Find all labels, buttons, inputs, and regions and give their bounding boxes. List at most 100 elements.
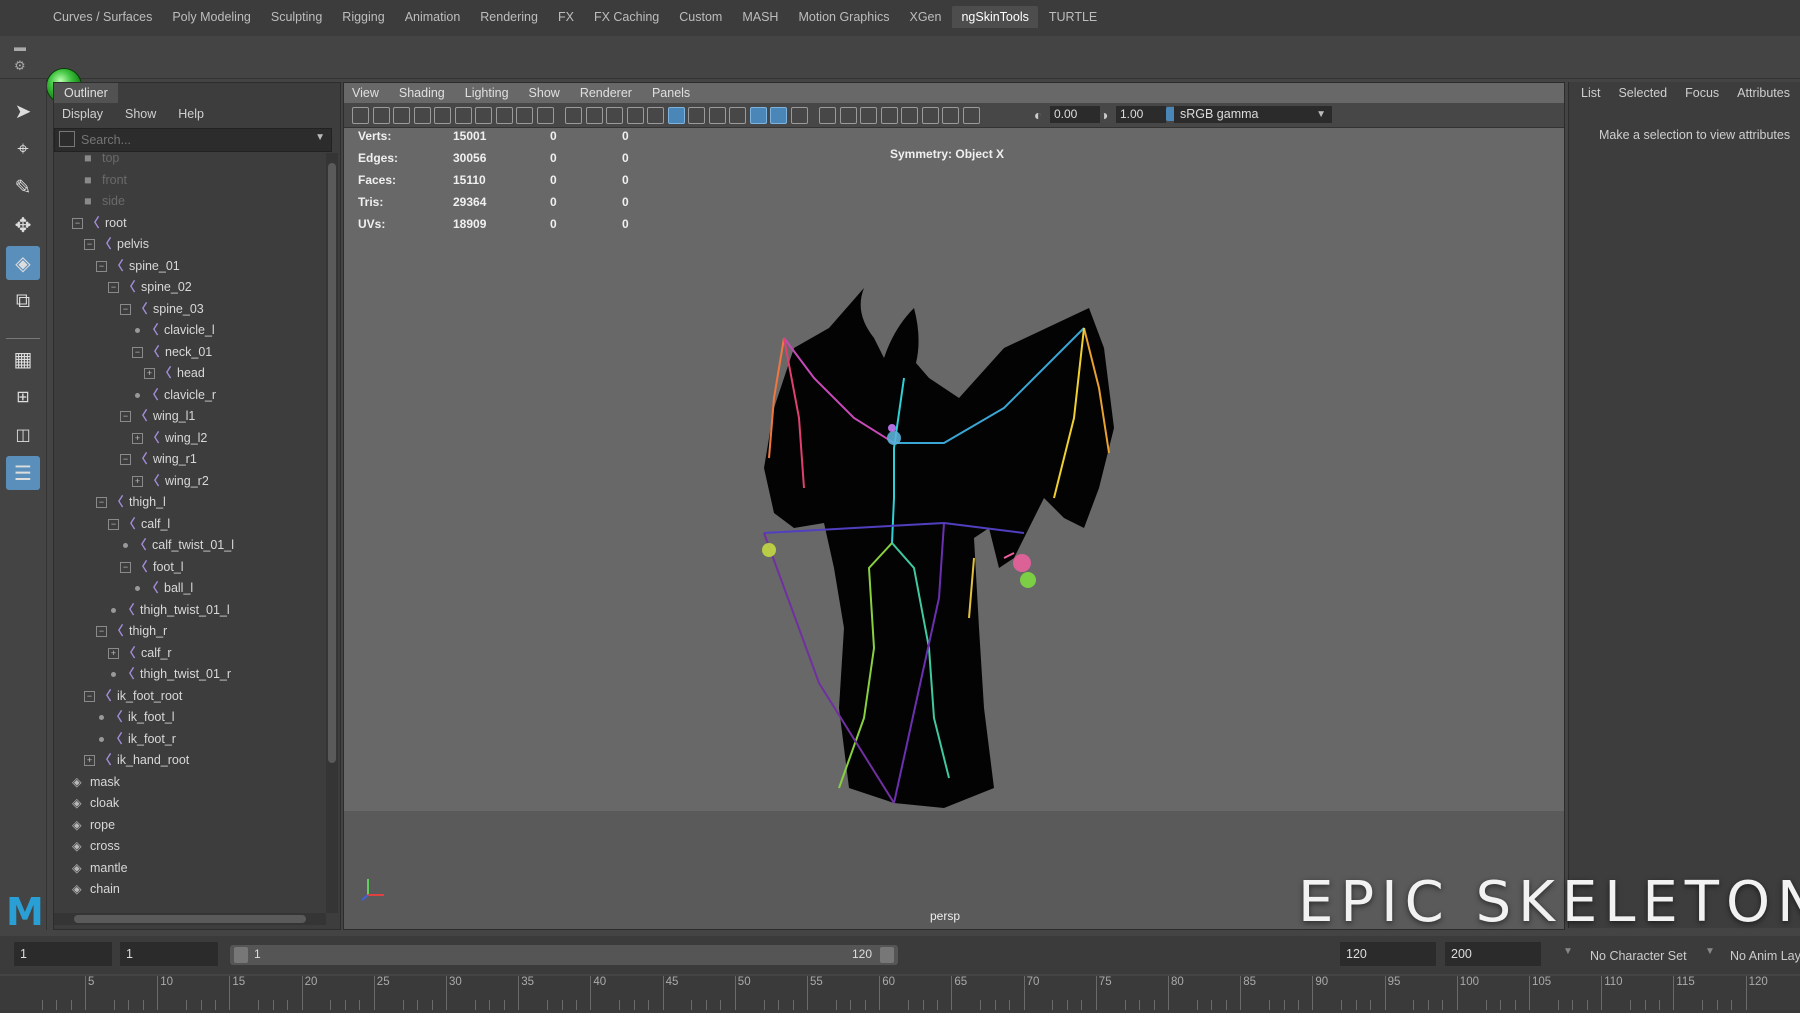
- playback-start-field[interactable]: 1: [120, 942, 218, 966]
- outliner-item[interactable]: − 〈 root: [72, 213, 127, 234]
- outliner-item[interactable]: ◈ cross: [72, 836, 120, 857]
- expand-toggle-icon[interactable]: −: [132, 346, 143, 358]
- shadows-icon[interactable]: [770, 107, 787, 124]
- outliner-menu-item[interactable]: Display: [62, 103, 103, 125]
- expand-toggle-icon[interactable]: −: [96, 626, 107, 638]
- outliner-item[interactable]: ■ front: [84, 170, 127, 191]
- image-plane-icon[interactable]: [413, 107, 431, 124]
- outliner-item[interactable]: 〈 clavicle_l: [132, 320, 215, 341]
- exposure-field[interactable]: 0.00: [1050, 106, 1100, 123]
- range-slider[interactable]: 1 120: [230, 945, 898, 965]
- camera-select-icon[interactable]: [352, 107, 369, 124]
- motion-blur-icon[interactable]: [819, 107, 836, 124]
- outliner-item[interactable]: ◈ mask: [72, 772, 120, 793]
- outliner-item[interactable]: 〈 ik_foot_r: [96, 729, 176, 750]
- outliner-item[interactable]: − 〈 spine_03: [120, 299, 204, 320]
- 2d-pan-zoom-icon[interactable]: [454, 107, 472, 124]
- gear-icon[interactable]: ⚙: [14, 58, 26, 74]
- channel-box-tab[interactable]: List: [1581, 86, 1600, 100]
- outliner-item[interactable]: − 〈 spine_02: [108, 277, 192, 298]
- shelf-menu-icon[interactable]: ▬: [14, 40, 28, 54]
- camera-attributes-icon[interactable]: [372, 107, 390, 124]
- outliner-item[interactable]: ■ side: [84, 191, 125, 212]
- shelf-tab[interactable]: Motion Graphics: [789, 6, 898, 28]
- outliner-item[interactable]: + 〈 wing_r2: [132, 471, 209, 492]
- outliner-item[interactable]: ◈ cloak: [72, 793, 119, 814]
- xray-active-icon[interactable]: [901, 107, 918, 124]
- anim-layer-dropdown[interactable]: No Anim Lay: [1730, 949, 1800, 963]
- isolate-select-icon[interactable]: [880, 107, 898, 124]
- shelf-tab[interactable]: Animation: [396, 6, 470, 28]
- playback-end-field[interactable]: 120: [1340, 942, 1436, 966]
- shelf-tab[interactable]: Rendering: [471, 6, 547, 28]
- outliner-item[interactable]: − 〈 calf_l: [108, 514, 170, 535]
- viewport-menu-item[interactable]: View: [352, 83, 379, 103]
- expand-toggle-icon[interactable]: −: [96, 260, 107, 272]
- expand-toggle-icon[interactable]: −: [108, 282, 119, 294]
- textured-icon[interactable]: [942, 107, 959, 124]
- character-set-dropdown[interactable]: No Character Set: [1590, 949, 1687, 963]
- four-view-layout-icon[interactable]: ⊞: [6, 380, 40, 414]
- depth-of-field-icon[interactable]: [860, 107, 877, 124]
- expand-toggle-icon[interactable]: −: [120, 454, 131, 466]
- outliner-tab[interactable]: Outliner: [54, 83, 118, 103]
- viewport-menu-item[interactable]: Shading: [399, 83, 445, 103]
- outliner-item[interactable]: − 〈 thigh_r: [96, 621, 167, 642]
- rotate-tool-icon[interactable]: ◈: [6, 246, 40, 280]
- outliner-horizontal-scrollbar[interactable]: [54, 913, 326, 925]
- shelf-tab[interactable]: FX Caching: [585, 6, 668, 28]
- search-options-chevron-icon[interactable]: ▼: [315, 132, 325, 143]
- shelf-tab[interactable]: MASH: [733, 6, 787, 28]
- filter-icon[interactable]: [59, 131, 75, 147]
- smooth-shade-with-wireframe-icon[interactable]: [667, 107, 685, 124]
- outliner-item[interactable]: − 〈 neck_01: [132, 342, 212, 363]
- anti-aliasing-icon[interactable]: [839, 107, 857, 124]
- expand-toggle-icon[interactable]: +: [144, 368, 155, 380]
- viewport-panel[interactable]: View Shading Lighting Show Renderer Panels ◐ …: [343, 82, 1565, 930]
- expand-toggle-icon[interactable]: −: [84, 239, 95, 251]
- safe-action-icon[interactable]: [585, 107, 603, 124]
- expand-toggle-icon[interactable]: −: [84, 690, 95, 702]
- lasso-tool-icon[interactable]: ⌖: [6, 132, 40, 166]
- time-slider[interactable]: 5 10 15 20 25 30 35 40 45 50 55 60 65 70 75 80 85 90 95 100…: [0, 976, 1800, 1013]
- flat-shade-icon[interactable]: [688, 107, 705, 124]
- shelf-tab[interactable]: XGen: [900, 6, 950, 28]
- select-tool-icon[interactable]: ➤: [6, 94, 40, 128]
- outliner-item[interactable]: ◈ chain: [72, 879, 120, 900]
- animation-end-field[interactable]: 200: [1445, 942, 1541, 966]
- outliner-item[interactable]: − 〈 pelvis: [84, 234, 149, 255]
- grease-pencil-icon[interactable]: [434, 107, 451, 124]
- resolution-gate-icon[interactable]: [516, 107, 533, 124]
- character-with-skeleton[interactable]: [744, 268, 1164, 828]
- outliner-item[interactable]: − 〈 wing_l1: [120, 406, 195, 427]
- animation-start-field[interactable]: 1: [14, 942, 112, 966]
- expand-toggle-icon[interactable]: −: [96, 497, 107, 509]
- gate-mask-icon[interactable]: [536, 107, 554, 124]
- expand-toggle-icon[interactable]: −: [120, 303, 131, 315]
- outliner-item[interactable]: − 〈 foot_l: [120, 557, 184, 578]
- shelf-tab[interactable]: Custom: [670, 6, 731, 28]
- outliner-item[interactable]: + 〈 head: [144, 363, 205, 384]
- anim-layer-chevron-icon[interactable]: ▼: [1705, 946, 1715, 957]
- xray-joints-icon[interactable]: [749, 107, 767, 124]
- outliner-item[interactable]: + 〈 wing_l2: [132, 428, 207, 449]
- backface-culling-icon[interactable]: [921, 107, 939, 124]
- bookmarks-icon[interactable]: [393, 107, 410, 124]
- shelf-tab[interactable]: ngSkinTools: [952, 6, 1038, 28]
- outliner-menu-item[interactable]: Show: [125, 103, 156, 125]
- expand-toggle-icon[interactable]: +: [108, 647, 119, 659]
- outliner-item[interactable]: 〈 ik_foot_l: [96, 707, 175, 728]
- expand-toggle-icon[interactable]: −: [120, 411, 131, 423]
- viewport-menu-item[interactable]: Lighting: [465, 83, 509, 103]
- screen-space-ao-icon[interactable]: [790, 107, 808, 124]
- expand-toggle-icon[interactable]: −: [72, 217, 83, 229]
- outliner-vertical-scrollbar[interactable]: [326, 153, 338, 913]
- channel-box-tab[interactable]: Selected: [1618, 86, 1667, 100]
- outliner-item[interactable]: ■ top: [84, 153, 119, 169]
- xray-icon[interactable]: [729, 107, 746, 124]
- two-view-layout-icon[interactable]: ◫: [6, 418, 40, 452]
- channel-box-tab[interactable]: Focus: [1685, 86, 1719, 100]
- outliner-item[interactable]: + 〈 calf_r: [108, 643, 172, 664]
- outliner-item[interactable]: − 〈 ik_foot_root: [84, 686, 182, 707]
- outliner-item[interactable]: ◈ mantle: [72, 858, 128, 879]
